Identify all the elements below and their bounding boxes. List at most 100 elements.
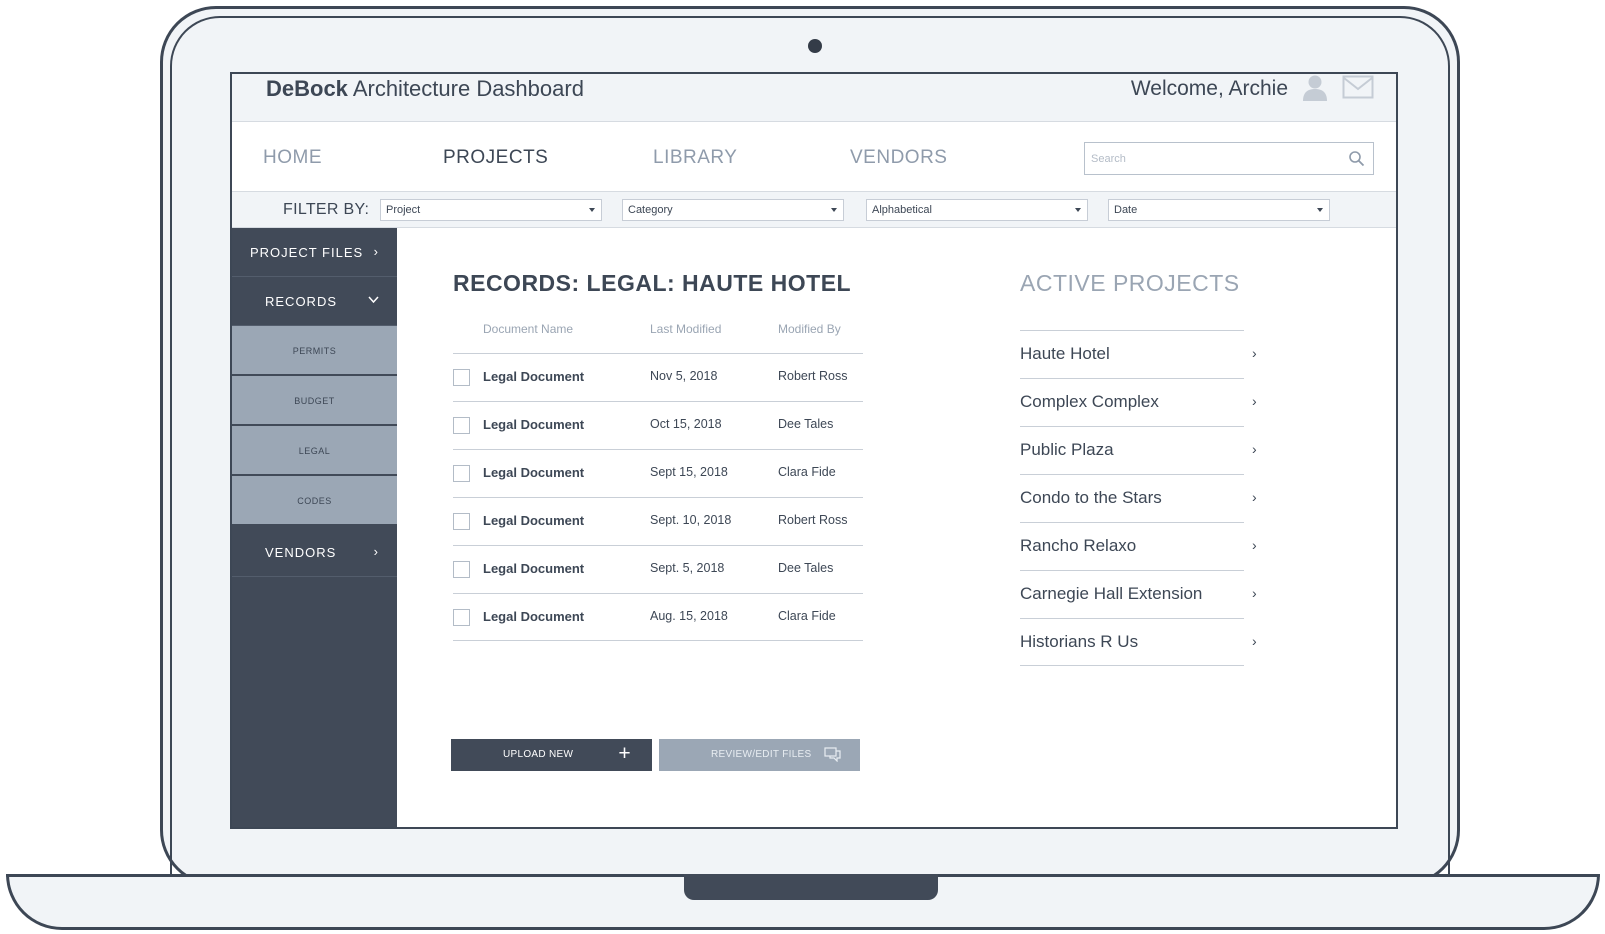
sidebar-item-label: PROJECT FILES	[250, 245, 364, 260]
nav-home[interactable]: HOME	[263, 147, 322, 169]
modified-by: Dee Tales	[778, 417, 834, 431]
project-name: Historians R Us	[1020, 632, 1139, 651]
screen: DeBock Architecture Dashboard Welcome, A…	[230, 72, 1398, 829]
plus-icon: +	[618, 742, 631, 765]
table-row: Legal Document Oct 15, 2018 Dee Tales	[453, 401, 863, 449]
sidebar-subitem-budget[interactable]: BUDGET	[232, 376, 397, 426]
project-name: Complex Complex	[1020, 392, 1159, 411]
search-icon[interactable]	[1348, 150, 1365, 167]
chevron-right-icon: ›	[1252, 585, 1257, 601]
sidebar-subitem-codes[interactable]: CODES	[232, 476, 397, 526]
search-box	[1084, 142, 1374, 175]
project-item-rancho-relaxo[interactable]: Rancho Relaxo ›	[1020, 522, 1257, 570]
column-header-document-name[interactable]: Document Name	[483, 322, 573, 336]
sidebar-subitem-legal[interactable]: LEGAL	[232, 426, 397, 476]
column-header-last-modified[interactable]: Last Modified	[650, 322, 721, 336]
review-edit-files-button[interactable]: REVIEW/EDIT FILES	[659, 739, 860, 771]
records-title: RECORDS: LEGAL: HAUTE HOTEL	[453, 270, 852, 296]
sidebar-item-records[interactable]: RECORDS	[232, 277, 397, 326]
modified-by: Clara Fide	[778, 465, 836, 479]
search-input[interactable]	[1085, 143, 1335, 174]
document-name[interactable]: Legal Document	[483, 369, 584, 384]
modified-by: Clara Fide	[778, 609, 836, 623]
nav-vendors[interactable]: VENDORS	[850, 147, 947, 169]
brand-subtitle: Architecture Dashboard	[347, 76, 584, 101]
filter-category-value: Category	[628, 204, 673, 216]
last-modified: Sept 15, 2018	[650, 465, 728, 479]
column-header-modified-by[interactable]: Modified By	[778, 322, 841, 336]
project-item-haute-hotel[interactable]: Haute Hotel ›	[1020, 330, 1257, 378]
chevron-right-icon: ›	[1252, 345, 1257, 361]
project-name: Carnegie Hall Extension	[1020, 584, 1203, 603]
mail-icon[interactable]	[1342, 75, 1374, 99]
chevron-right-icon: ›	[1252, 537, 1257, 553]
last-modified: Nov 5, 2018	[650, 369, 718, 383]
chevron-down-icon	[368, 296, 379, 304]
modified-by: Robert Ross	[778, 369, 848, 383]
sidebar-item-label: RECORDS	[265, 294, 338, 309]
chevron-right-icon: ›	[1252, 441, 1257, 457]
welcome-text: Welcome, Archie	[1130, 77, 1288, 100]
row-checkbox[interactable]	[453, 561, 470, 578]
filter-category-select[interactable]: Category	[622, 199, 844, 221]
review-button-label: REVIEW/EDIT FILES	[711, 749, 812, 760]
sidebar-item-vendors[interactable]: VENDORS ›	[232, 528, 397, 577]
row-checkbox[interactable]	[453, 369, 470, 386]
app-title: DeBock Architecture Dashboard	[266, 76, 584, 102]
upload-button-label: UPLOAD NEW	[503, 749, 574, 760]
filter-date-select[interactable]: Date	[1108, 199, 1330, 221]
project-name: Condo to the Stars	[1020, 488, 1162, 507]
sidebar-item-label: VENDORS	[265, 545, 337, 560]
camera-dot	[808, 39, 822, 53]
project-name: Public Plaza	[1020, 440, 1114, 459]
chevron-right-icon: ›	[1252, 489, 1257, 505]
row-checkbox[interactable]	[453, 513, 470, 530]
project-item-public-plaza[interactable]: Public Plaza ›	[1020, 426, 1257, 474]
project-item-carnegie-hall-extension[interactable]: Carnegie Hall Extension ›	[1020, 570, 1257, 618]
filter-bar: FILTER BY: Project Category Alphabetical…	[232, 192, 1396, 228]
project-name: Haute Hotel	[1020, 344, 1110, 363]
nav-library[interactable]: LIBRARY	[653, 147, 737, 169]
caret-down-icon	[1317, 208, 1323, 212]
modified-by: Dee Tales	[778, 561, 834, 575]
chevron-right-icon: ›	[373, 244, 379, 259]
modified-by: Robert Ross	[778, 513, 848, 527]
document-name[interactable]: Legal Document	[483, 561, 584, 576]
chevron-right-icon: ›	[1252, 633, 1257, 649]
brand-name: DeBock	[266, 76, 348, 101]
laptop-notch	[684, 874, 938, 900]
project-item-historians-r-us[interactable]: Historians R Us ›	[1020, 618, 1257, 666]
table-row: Legal Document Aug. 15, 2018 Clara Fide	[453, 593, 863, 641]
user-icon[interactable]	[1302, 74, 1328, 102]
main-nav: HOME PROJECTS LIBRARY VENDORS	[232, 122, 1396, 192]
project-item-condo-to-the-stars[interactable]: Condo to the Stars ›	[1020, 474, 1257, 522]
sidebar-subitem-permits[interactable]: PERMITS	[232, 326, 397, 376]
row-checkbox[interactable]	[453, 465, 470, 482]
document-name[interactable]: Legal Document	[483, 513, 584, 528]
comment-icon	[824, 747, 841, 762]
last-modified: Sept. 10, 2018	[650, 513, 732, 527]
document-name[interactable]: Legal Document	[483, 417, 584, 432]
row-checkbox[interactable]	[453, 609, 470, 626]
last-modified: Aug. 15, 2018	[650, 609, 728, 623]
top-bar: DeBock Architecture Dashboard Welcome, A…	[232, 74, 1396, 122]
filter-project-select[interactable]: Project	[380, 199, 602, 221]
sidebar: PROJECT FILES › RECORDS PERMITS BUDGET L…	[232, 228, 397, 827]
table-row: Legal Document Nov 5, 2018 Robert Ross	[453, 353, 863, 401]
caret-down-icon	[1075, 208, 1081, 212]
project-item-complex-complex[interactable]: Complex Complex ›	[1020, 378, 1257, 426]
sidebar-item-project-files[interactable]: PROJECT FILES ›	[232, 228, 397, 277]
last-modified: Oct 15, 2018	[650, 417, 722, 431]
upload-new-button[interactable]: UPLOAD NEW +	[451, 739, 652, 771]
sidebar-subitem-label: PERMITS	[292, 346, 337, 356]
nav-projects[interactable]: PROJECTS	[443, 147, 548, 169]
filter-alphabetical-value: Alphabetical	[872, 204, 932, 216]
document-name[interactable]: Legal Document	[483, 609, 584, 624]
row-checkbox[interactable]	[453, 417, 470, 434]
table-row: Legal Document Sept. 10, 2018 Robert Ros…	[453, 497, 863, 545]
table-row: Legal Document Sept 15, 2018 Clara Fide	[453, 449, 863, 497]
filter-date-value: Date	[1114, 204, 1138, 216]
document-name[interactable]: Legal Document	[483, 465, 584, 480]
sidebar-subitem-label: BUDGET	[294, 396, 335, 406]
filter-alphabetical-select[interactable]: Alphabetical	[866, 199, 1088, 221]
